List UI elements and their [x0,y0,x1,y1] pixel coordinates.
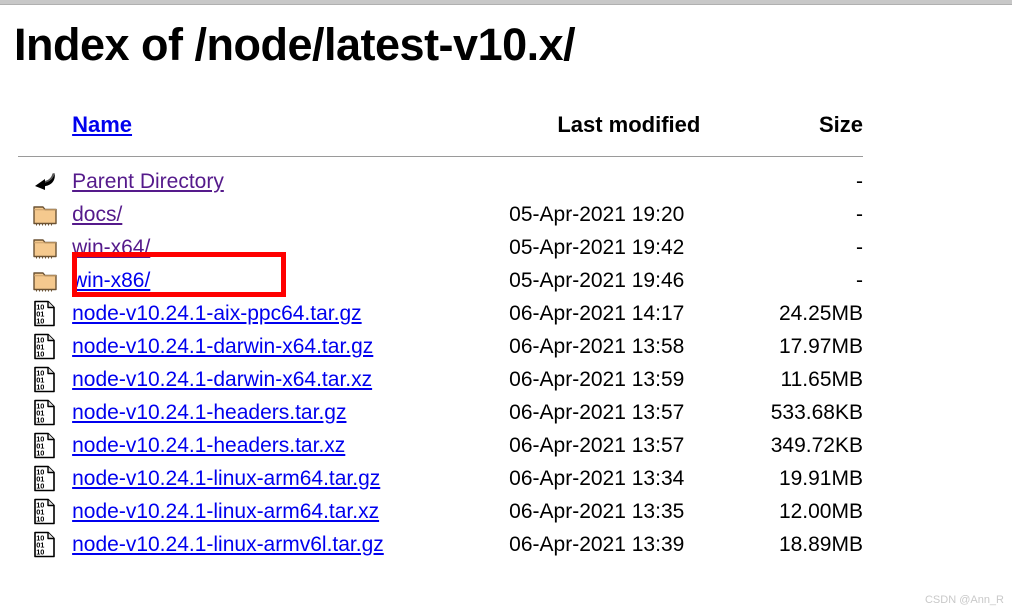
svg-text:10: 10 [36,350,44,359]
entry-name-cell: node-v10.24.1-darwin-x64.tar.gz [72,330,509,363]
entry-size: - [856,235,863,259]
entry-date: 06-Apr-2021 13:58 [509,334,685,358]
table-header: Name Last modified Size [18,103,863,165]
folder-icon [18,264,72,297]
binary-file-icon: 10 01 10 [18,495,72,528]
entry-link[interactable]: node-v10.24.1-linux-arm64.tar.xz [72,500,379,523]
table-row: 10 01 10 node-v10.24.1-headers.tar.xz 06-Apr… [18,429,863,462]
table-row: 10 01 10 node-v10.24.1-darwin-x64.tar.xz 06-… [18,363,863,396]
svg-text:10: 10 [36,515,44,524]
sort-by-name-link[interactable]: Name [72,112,132,137]
entry-size: 349.72KB [770,433,863,457]
entry-date: 06-Apr-2021 14:17 [509,301,685,325]
entry-link[interactable]: win-x86/ [72,269,150,292]
entry-name-cell: win-x64/ [72,231,509,264]
entry-link[interactable]: node-v10.24.1-darwin-x64.tar.xz [72,368,372,391]
table-row: 10 01 10 node-v10.24.1-aix-ppc64.tar.gz 06-A… [18,297,863,330]
binary-file-icon: 10 01 10 [18,363,72,396]
directory-listing-table: Name Last modified Size Parent Directory… [18,103,863,561]
folder-icon [18,231,72,264]
horizontal-rule [18,155,863,157]
entry-size: 11.65MB [780,367,864,391]
entry-size: 533.68KB [770,400,863,424]
entry-link[interactable]: node-v10.24.1-aix-ppc64.tar.gz [72,302,362,325]
entry-name-cell: node-v10.24.1-linux-arm64.tar.xz [72,495,509,528]
back-arrow-icon [18,165,72,198]
table-row: docs/05-Apr-2021 19:20 - [18,198,863,231]
header-rule-cell [18,147,863,165]
entry-name-cell: win-x86/ [72,264,509,297]
svg-text:10: 10 [36,317,44,326]
binary-file-icon: 10 01 10 [18,429,72,462]
binary-file-icon: 10 01 10 [18,528,72,561]
entry-name-cell: node-v10.24.1-aix-ppc64.tar.gz [72,297,509,330]
entry-link[interactable]: node-v10.24.1-darwin-x64.tar.gz [72,335,373,358]
entry-name-cell: node-v10.24.1-headers.tar.gz [72,396,509,429]
entry-date [509,165,748,198]
table-row: 10 01 10 node-v10.24.1-linux-arm64.tar.xz 06… [18,495,863,528]
svg-text:10: 10 [36,482,44,491]
entry-date: 06-Apr-2021 13:57 [509,433,685,457]
table-row: 10 01 10 node-v10.24.1-headers.tar.gz 06-Apr… [18,396,863,429]
entry-link[interactable]: node-v10.24.1-linux-armv6l.tar.gz [72,533,384,556]
entry-size: 18.89MB [778,532,863,556]
column-header-icon [18,103,72,147]
column-header-size: Size [818,112,863,137]
entry-size: 17.97MB [778,334,863,358]
table-row: 10 01 10 node-v10.24.1-darwin-x64.tar.gz 06-… [18,330,863,363]
entry-link[interactable]: docs/ [72,203,122,226]
entry-size: - [856,169,863,193]
column-header-name[interactable]: Name [72,103,509,147]
entry-size: - [856,202,863,226]
binary-file-icon: 10 01 10 [18,462,72,495]
entry-size: - [856,268,863,292]
table-row: win-x86/05-Apr-2021 19:46 - [18,264,863,297]
entry-link[interactable]: node-v10.24.1-headers.tar.xz [72,434,345,457]
svg-text:10: 10 [36,383,44,392]
entry-link[interactable]: win-x64/ [72,236,150,259]
entry-name-cell: node-v10.24.1-linux-arm64.tar.gz [72,462,509,495]
entry-date: 05-Apr-2021 19:46 [509,268,685,292]
entry-date: 06-Apr-2021 13:35 [509,499,685,523]
svg-text:10: 10 [36,548,44,557]
entry-name-cell: node-v10.24.1-darwin-x64.tar.xz [72,363,509,396]
page-title: Index of /node/latest-v10.x/ [14,19,576,70]
table-row: 10 01 10 node-v10.24.1-linux-arm64.tar.gz 06… [18,462,863,495]
directory-listing-page: Index of /node/latest-v10.x/ Name Last m… [0,5,1012,558]
binary-file-icon: 10 01 10 [18,396,72,429]
svg-text:10: 10 [36,449,44,458]
column-header-last-modified: Last modified [557,112,701,137]
entry-link[interactable]: Parent Directory [72,170,224,193]
entry-date: 06-Apr-2021 13:59 [509,367,685,391]
folder-icon [18,198,72,231]
table-row: Parent Directory - [18,165,863,198]
entry-date: 06-Apr-2021 13:57 [509,400,685,424]
entry-size: 19.91MB [778,466,863,490]
table-row: 10 01 10 node-v10.24.1-linux-armv6l.tar.gz 0… [18,528,863,561]
entry-link[interactable]: node-v10.24.1-linux-arm64.tar.gz [72,467,380,490]
entry-name-cell: Parent Directory [72,165,509,198]
binary-file-icon: 10 01 10 [18,330,72,363]
entry-date: 06-Apr-2021 13:39 [509,532,685,556]
watermark: CSDN @Ann_R [924,594,1004,606]
svg-text:10: 10 [36,416,44,425]
entry-size: 24.25MB [778,301,863,325]
entry-size: 12.00MB [778,499,863,523]
entry-date: 06-Apr-2021 13:34 [509,466,685,490]
table-row: win-x64/05-Apr-2021 19:42 - [18,231,863,264]
binary-file-icon: 10 01 10 [18,297,72,330]
header-rule-row [18,147,863,165]
entry-name-cell: node-v10.24.1-linux-armv6l.tar.gz [72,528,509,561]
table-body: Parent Directory - docs/05-Apr-2021 19:20 -… [18,165,863,561]
entry-name-cell: docs/ [72,198,509,231]
table-header-row: Name Last modified Size [18,103,863,147]
entry-name-cell: node-v10.24.1-headers.tar.xz [72,429,509,462]
entry-date: 05-Apr-2021 19:20 [509,202,685,226]
entry-link[interactable]: node-v10.24.1-headers.tar.gz [72,401,346,424]
entry-date: 05-Apr-2021 19:42 [509,235,685,259]
